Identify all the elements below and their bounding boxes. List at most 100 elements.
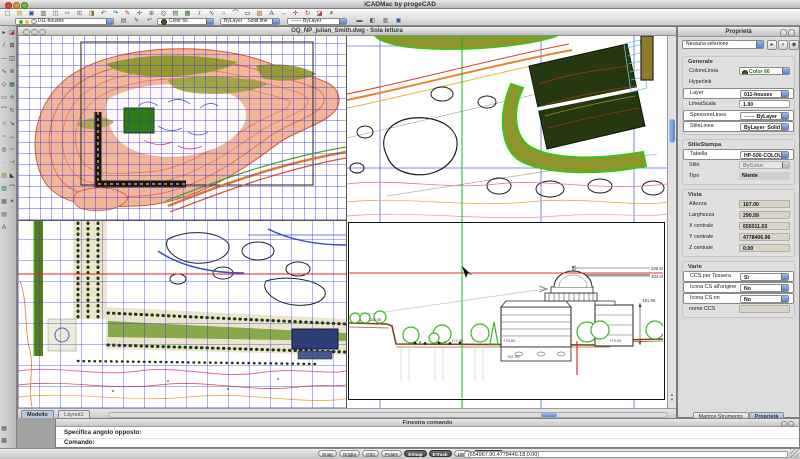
table-icon[interactable]: ▤ (0, 211, 8, 220)
resize-grip-icon[interactable] (790, 449, 799, 458)
make-layer-current-icon[interactable]: ✎ (131, 18, 142, 25)
text-tool-icon[interactable]: A (266, 10, 277, 18)
select-cursor-icon[interactable]: ▸ (0, 29, 8, 38)
rectangle-tool-icon[interactable]: ▭ (242, 10, 253, 18)
construction-line-icon[interactable]: — (0, 55, 8, 64)
save-icon[interactable]: ▣ (26, 10, 37, 18)
hatch-icon[interactable]: ▨ (0, 172, 8, 181)
layer-previous-icon[interactable]: ↶ (144, 18, 155, 25)
point-icon[interactable]: · (0, 159, 8, 168)
polyline-tool-icon[interactable]: ∿ (206, 10, 217, 18)
quick-select-icon[interactable]: ⌕ (778, 40, 788, 50)
pan-icon[interactable]: ✛ (134, 10, 145, 18)
dock-extra-icon-2[interactable]: ▩ (0, 437, 8, 446)
scroll-arrows-icon[interactable]: ▲▼ (668, 392, 676, 402)
layer-combo[interactable]: 011-houses (15, 18, 114, 25)
move-tool-icon[interactable]: ✛ (8, 94, 16, 103)
viewport-elevation[interactable]: 208.50 204.00 191.95 (348, 222, 665, 400)
rectangle-icon[interactable]: ▭ (0, 94, 8, 103)
palette-button-icon[interactable] (780, 29, 788, 37)
lineweight-settings-icon[interactable]: ◧ (367, 18, 378, 25)
scale-icon[interactable]: ↘ (8, 120, 16, 129)
layers-icon[interactable]: ▤ (170, 10, 181, 18)
entity-properties-icon[interactable]: ▣ (393, 18, 404, 25)
layer-properties-icon[interactable]: ▦ (182, 10, 193, 18)
fillet-icon[interactable]: ⌒ (8, 185, 16, 194)
select-entities-icon[interactable]: ▸ (767, 40, 777, 50)
copy-icon[interactable]: ⊞ (74, 10, 85, 18)
redo-icon[interactable]: ↷ (110, 10, 121, 18)
transparency-icon[interactable]: ▥ (380, 18, 391, 25)
match-properties-icon[interactable]: ✎ (122, 10, 133, 18)
linestyle-combo[interactable]: ByLayer Solid line (220, 18, 280, 25)
tab-modello[interactable]: Modello (21, 410, 54, 418)
status-toggle-polare[interactable]: Polare (381, 450, 402, 457)
mtext-icon[interactable]: A (0, 224, 8, 233)
region-icon[interactable]: ▦ (0, 198, 8, 207)
drawing-canvas[interactable]: 208.50 204.00 191.95 (18, 36, 667, 408)
gradient-icon[interactable]: ▧ (0, 185, 8, 194)
status-toggle-orto[interactable]: Orto (362, 450, 379, 457)
command-button-icon[interactable] (781, 421, 788, 428)
document-titlebar[interactable]: OQ_NP_julian_Smith.dwg - Sola lettura (18, 27, 676, 36)
chamfer-icon[interactable]: ◣ (8, 172, 16, 181)
mirror-icon[interactable]: ◫ (8, 55, 16, 64)
tab-layout1[interactable]: Layout1 (58, 410, 90, 418)
new-file-icon[interactable]: ▢ (2, 10, 13, 18)
status-toggle-griglia[interactable]: Griglia (339, 450, 360, 457)
plot-icon[interactable]: ▥ (38, 10, 49, 18)
cut-icon[interactable]: ✂ (62, 10, 73, 18)
erase-tool-icon[interactable]: ◪ (8, 29, 16, 38)
lineweight-combo-stepper-icon[interactable] (339, 19, 346, 24)
open-folder-icon[interactable]: ▤ (14, 10, 25, 18)
explode-tool-icon[interactable]: ✶ (8, 198, 16, 207)
status-toggle-etrack[interactable]: ETrack (429, 450, 452, 457)
paste-icon[interactable]: ◨ (86, 10, 97, 18)
line-icon[interactable]: / (0, 42, 8, 51)
rotate-icon[interactable]: ↻ (302, 10, 313, 18)
lineweight-combo[interactable]: ─── ByLayer (287, 18, 347, 25)
selection-combo[interactable]: Nessuna selezione (682, 40, 764, 49)
erase-icon[interactable]: ◪ (314, 10, 325, 18)
zoom-extents-icon[interactable]: ◎ (158, 10, 169, 18)
circle-tool-icon[interactable]: ○ (218, 10, 229, 18)
polyline-icon[interactable]: ∿ (0, 68, 8, 77)
ellipse-icon[interactable]: ◎ (0, 146, 8, 155)
vertical-scrollbar[interactable]: ▲▼ (667, 36, 676, 408)
viewport-topleft-masterplan[interactable] (18, 36, 346, 220)
zoom-window-icon[interactable]: ⊕ (146, 10, 157, 18)
arc-icon[interactable]: ⌒ (0, 107, 8, 116)
layer-states-icon[interactable]: ▤ (118, 18, 129, 25)
spline-icon[interactable]: ~ (0, 133, 8, 142)
print-preview-icon[interactable]: ◫ (50, 10, 61, 18)
palette-close-icon[interactable] (788, 29, 796, 37)
extend-icon[interactable]: ⊣ (8, 159, 16, 168)
vertical-scroll-thumb[interactable] (669, 119, 675, 143)
polygon-icon[interactable]: ◇ (0, 81, 8, 90)
status-toggle-snap[interactable]: Snap (318, 450, 337, 457)
color-combo[interactable]: Color 66 (157, 18, 214, 25)
toggle-value-icon[interactable]: ◉ (789, 40, 799, 50)
viewport-bottomleft-landscape[interactable] (18, 220, 346, 408)
horizontal-scrollbar[interactable] (108, 412, 668, 418)
command-prompt[interactable]: Comando: (64, 439, 95, 446)
move-icon[interactable]: ✛ (290, 10, 301, 18)
offset-icon[interactable]: ≋ (8, 68, 16, 77)
dimension-icon[interactable]: ↔ (278, 10, 289, 18)
circle-icon[interactable]: ○ (0, 120, 8, 129)
command-titlebar[interactable]: Finestra comando (56, 419, 799, 427)
status-toggle-esnap[interactable]: ESnap (404, 450, 426, 457)
dock-extra-icon-1[interactable]: ▦ (0, 425, 8, 434)
explode-icon[interactable]: ✶ (326, 10, 337, 18)
array-icon[interactable]: ▦ (8, 81, 16, 90)
linestyle-combo-stepper-icon[interactable] (272, 19, 279, 24)
rotate-tool-icon[interactable]: ↻ (8, 107, 16, 116)
color-combo-stepper-icon[interactable] (206, 19, 213, 24)
layer-combo-stepper-icon[interactable] (106, 19, 113, 24)
trim-icon[interactable]: ✂ (8, 146, 16, 155)
arc-tool-icon[interactable]: ⌒ (230, 10, 241, 18)
plot-style-icon[interactable]: ▬ (354, 18, 365, 25)
command-close-icon[interactable] (788, 421, 795, 428)
stretch-icon[interactable]: ↔ (8, 133, 16, 142)
line-tool-icon[interactable]: / (194, 10, 205, 18)
